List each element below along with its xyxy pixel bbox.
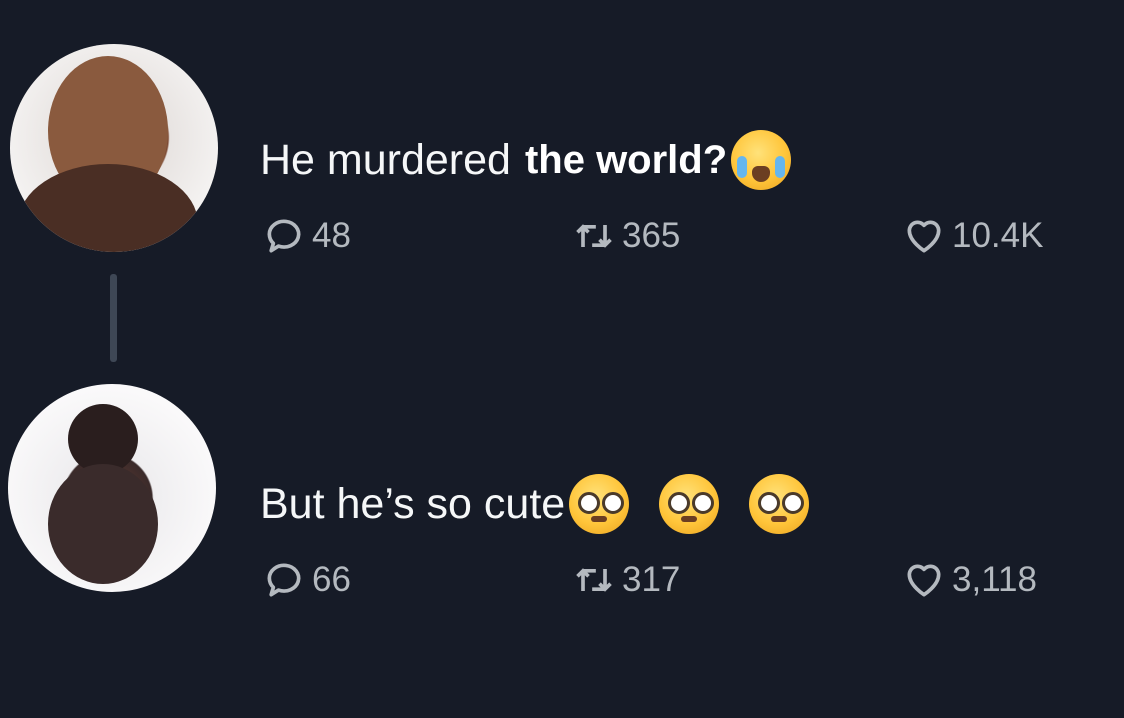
like-button[interactable]: 3,118 — [902, 558, 1037, 602]
heart-icon — [907, 220, 941, 253]
tweet-text: But he’s so cute — [260, 474, 810, 534]
reply-count: 66 — [312, 560, 351, 599]
reply-icon — [267, 563, 301, 597]
avatar[interactable] — [8, 384, 216, 592]
tweet-text-overlay: the world? — [524, 137, 728, 182]
tweet-text: He murdered the world? — [260, 130, 792, 190]
heart-icon — [907, 564, 941, 597]
reply-icon — [267, 219, 301, 253]
retweet-count: 317 — [622, 560, 681, 599]
reply-button[interactable]: 66 — [262, 558, 351, 602]
retweet-button[interactable]: 365 — [572, 214, 680, 258]
retweet-icon — [576, 224, 612, 248]
like-button[interactable]: 10.4K — [902, 214, 1043, 258]
pleading-face-emoji-icon — [749, 474, 810, 534]
tweet-text-main: He murdered — [260, 135, 511, 184]
like-count: 3,118 — [952, 560, 1037, 599]
thread-connector — [110, 274, 117, 362]
retweet-button[interactable]: 317 — [572, 558, 680, 602]
reply-count: 48 — [312, 216, 351, 255]
like-count: 10.4K — [952, 216, 1044, 255]
pleading-face-emoji-icon — [659, 474, 720, 534]
avatar[interactable] — [10, 44, 218, 252]
tweet-text-main: But he’s so cute — [260, 479, 566, 528]
reply-button[interactable]: 48 — [262, 214, 351, 258]
retweet-icon — [576, 568, 612, 592]
loudly-crying-face-emoji-icon — [731, 130, 792, 190]
pleading-face-emoji-icon — [569, 474, 630, 534]
retweet-count: 365 — [622, 216, 681, 255]
